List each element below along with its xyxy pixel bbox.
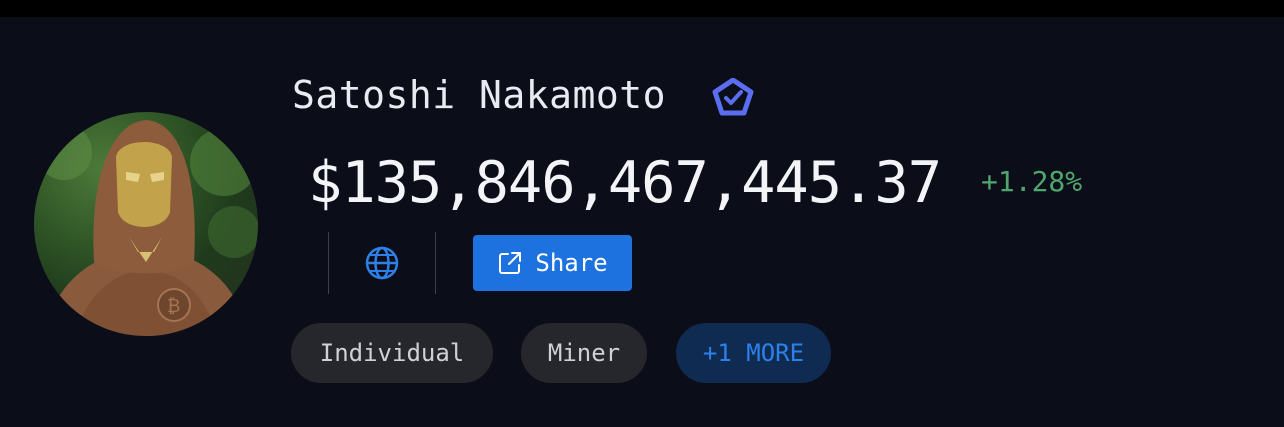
divider-right xyxy=(435,232,436,294)
verified-badge-icon xyxy=(712,78,754,116)
balance-change-percent: +1.28% xyxy=(981,165,1083,198)
globe-icon[interactable] xyxy=(365,246,399,280)
tag-miner[interactable]: Miner xyxy=(521,323,647,383)
tag-individual[interactable]: Individual xyxy=(291,323,493,383)
top-black-bar xyxy=(0,0,1284,17)
divider-left xyxy=(328,232,329,294)
avatar: ₿ xyxy=(34,112,258,336)
share-button-label: Share xyxy=(535,249,608,277)
portfolio-balance: $135,846,467,445.37 xyxy=(308,150,942,216)
tag-more-button[interactable]: +1 MORE xyxy=(676,323,831,383)
profile-name: Satoshi Nakamoto xyxy=(292,73,667,117)
external-link-icon xyxy=(499,252,522,274)
avatar-statue-image: ₿ xyxy=(36,120,258,336)
svg-text:₿: ₿ xyxy=(167,296,180,317)
share-button[interactable]: Share xyxy=(473,235,632,291)
